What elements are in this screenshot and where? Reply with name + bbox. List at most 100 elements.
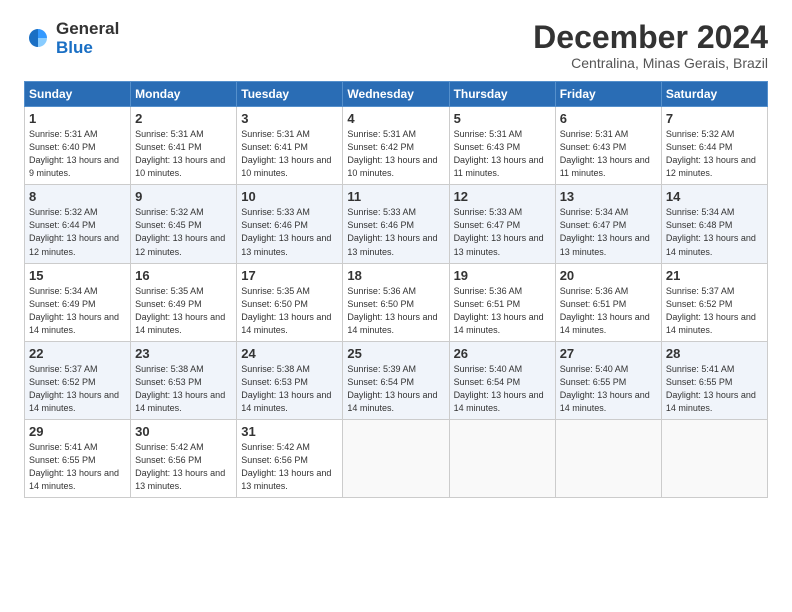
day-cell: 16 Sunrise: 5:35 AMSunset: 6:49 PMDaylig… bbox=[131, 263, 237, 341]
day-cell: 21 Sunrise: 5:37 AMSunset: 6:52 PMDaylig… bbox=[661, 263, 767, 341]
day-info: Sunrise: 5:32 AMSunset: 6:45 PMDaylight:… bbox=[135, 207, 225, 256]
day-number: 3 bbox=[241, 111, 338, 126]
header-sunday: Sunday bbox=[25, 82, 131, 107]
day-cell: 6 Sunrise: 5:31 AMSunset: 6:43 PMDayligh… bbox=[555, 107, 661, 185]
day-info: Sunrise: 5:41 AMSunset: 6:55 PMDaylight:… bbox=[666, 364, 756, 413]
header-tuesday: Tuesday bbox=[237, 82, 343, 107]
day-number: 22 bbox=[29, 346, 126, 361]
day-number: 15 bbox=[29, 268, 126, 283]
day-number: 13 bbox=[560, 189, 657, 204]
calendar-body: 1 Sunrise: 5:31 AMSunset: 6:40 PMDayligh… bbox=[25, 107, 768, 498]
day-info: Sunrise: 5:36 AMSunset: 6:51 PMDaylight:… bbox=[454, 286, 544, 335]
day-info: Sunrise: 5:35 AMSunset: 6:49 PMDaylight:… bbox=[135, 286, 225, 335]
day-number: 14 bbox=[666, 189, 763, 204]
day-number: 20 bbox=[560, 268, 657, 283]
day-cell: 22 Sunrise: 5:37 AMSunset: 6:52 PMDaylig… bbox=[25, 341, 131, 419]
day-info: Sunrise: 5:31 AMSunset: 6:40 PMDaylight:… bbox=[29, 129, 119, 178]
day-cell: 31 Sunrise: 5:42 AMSunset: 6:56 PMDaylig… bbox=[237, 419, 343, 497]
day-cell: 11 Sunrise: 5:33 AMSunset: 6:46 PMDaylig… bbox=[343, 185, 449, 263]
day-cell: 17 Sunrise: 5:35 AMSunset: 6:50 PMDaylig… bbox=[237, 263, 343, 341]
day-cell: 3 Sunrise: 5:31 AMSunset: 6:41 PMDayligh… bbox=[237, 107, 343, 185]
day-info: Sunrise: 5:31 AMSunset: 6:42 PMDaylight:… bbox=[347, 129, 437, 178]
day-cell: 24 Sunrise: 5:38 AMSunset: 6:53 PMDaylig… bbox=[237, 341, 343, 419]
month-title: December 2024 bbox=[533, 20, 768, 55]
day-cell: 9 Sunrise: 5:32 AMSunset: 6:45 PMDayligh… bbox=[131, 185, 237, 263]
day-number: 19 bbox=[454, 268, 551, 283]
day-number: 2 bbox=[135, 111, 232, 126]
day-cell bbox=[449, 419, 555, 497]
day-number: 28 bbox=[666, 346, 763, 361]
day-info: Sunrise: 5:37 AMSunset: 6:52 PMDaylight:… bbox=[666, 286, 756, 335]
day-number: 6 bbox=[560, 111, 657, 126]
day-info: Sunrise: 5:33 AMSunset: 6:46 PMDaylight:… bbox=[241, 207, 331, 256]
logo-blue-text: Blue bbox=[56, 39, 119, 58]
day-cell: 8 Sunrise: 5:32 AMSunset: 6:44 PMDayligh… bbox=[25, 185, 131, 263]
day-cell: 5 Sunrise: 5:31 AMSunset: 6:43 PMDayligh… bbox=[449, 107, 555, 185]
day-info: Sunrise: 5:31 AMSunset: 6:43 PMDaylight:… bbox=[560, 129, 650, 178]
week-row-3: 15 Sunrise: 5:34 AMSunset: 6:49 PMDaylig… bbox=[25, 263, 768, 341]
page: General Blue December 2024 Centralina, M… bbox=[0, 0, 792, 612]
header-thursday: Thursday bbox=[449, 82, 555, 107]
day-cell: 29 Sunrise: 5:41 AMSunset: 6:55 PMDaylig… bbox=[25, 419, 131, 497]
logo-general-text: General bbox=[56, 20, 119, 39]
day-info: Sunrise: 5:34 AMSunset: 6:49 PMDaylight:… bbox=[29, 286, 119, 335]
header-friday: Friday bbox=[555, 82, 661, 107]
day-number: 18 bbox=[347, 268, 444, 283]
day-cell: 26 Sunrise: 5:40 AMSunset: 6:54 PMDaylig… bbox=[449, 341, 555, 419]
week-row-4: 22 Sunrise: 5:37 AMSunset: 6:52 PMDaylig… bbox=[25, 341, 768, 419]
day-cell: 10 Sunrise: 5:33 AMSunset: 6:46 PMDaylig… bbox=[237, 185, 343, 263]
day-info: Sunrise: 5:42 AMSunset: 6:56 PMDaylight:… bbox=[135, 442, 225, 491]
week-row-5: 29 Sunrise: 5:41 AMSunset: 6:55 PMDaylig… bbox=[25, 419, 768, 497]
day-info: Sunrise: 5:40 AMSunset: 6:54 PMDaylight:… bbox=[454, 364, 544, 413]
day-number: 8 bbox=[29, 189, 126, 204]
day-number: 25 bbox=[347, 346, 444, 361]
day-number: 26 bbox=[454, 346, 551, 361]
header-row: Sunday Monday Tuesday Wednesday Thursday… bbox=[25, 82, 768, 107]
subtitle: Centralina, Minas Gerais, Brazil bbox=[533, 55, 768, 71]
day-info: Sunrise: 5:31 AMSunset: 6:41 PMDaylight:… bbox=[135, 129, 225, 178]
day-number: 4 bbox=[347, 111, 444, 126]
day-info: Sunrise: 5:38 AMSunset: 6:53 PMDaylight:… bbox=[135, 364, 225, 413]
day-info: Sunrise: 5:32 AMSunset: 6:44 PMDaylight:… bbox=[29, 207, 119, 256]
day-info: Sunrise: 5:36 AMSunset: 6:51 PMDaylight:… bbox=[560, 286, 650, 335]
day-cell bbox=[343, 419, 449, 497]
day-info: Sunrise: 5:34 AMSunset: 6:48 PMDaylight:… bbox=[666, 207, 756, 256]
day-number: 7 bbox=[666, 111, 763, 126]
day-cell: 27 Sunrise: 5:40 AMSunset: 6:55 PMDaylig… bbox=[555, 341, 661, 419]
day-cell: 30 Sunrise: 5:42 AMSunset: 6:56 PMDaylig… bbox=[131, 419, 237, 497]
header-saturday: Saturday bbox=[661, 82, 767, 107]
day-number: 5 bbox=[454, 111, 551, 126]
day-info: Sunrise: 5:42 AMSunset: 6:56 PMDaylight:… bbox=[241, 442, 331, 491]
day-number: 23 bbox=[135, 346, 232, 361]
day-info: Sunrise: 5:38 AMSunset: 6:53 PMDaylight:… bbox=[241, 364, 331, 413]
day-cell: 18 Sunrise: 5:36 AMSunset: 6:50 PMDaylig… bbox=[343, 263, 449, 341]
day-number: 31 bbox=[241, 424, 338, 439]
day-number: 16 bbox=[135, 268, 232, 283]
day-number: 9 bbox=[135, 189, 232, 204]
day-info: Sunrise: 5:35 AMSunset: 6:50 PMDaylight:… bbox=[241, 286, 331, 335]
day-cell bbox=[661, 419, 767, 497]
day-info: Sunrise: 5:40 AMSunset: 6:55 PMDaylight:… bbox=[560, 364, 650, 413]
day-number: 10 bbox=[241, 189, 338, 204]
day-number: 29 bbox=[29, 424, 126, 439]
day-cell: 7 Sunrise: 5:32 AMSunset: 6:44 PMDayligh… bbox=[661, 107, 767, 185]
calendar-table: Sunday Monday Tuesday Wednesday Thursday… bbox=[24, 81, 768, 498]
day-info: Sunrise: 5:34 AMSunset: 6:47 PMDaylight:… bbox=[560, 207, 650, 256]
logo: General Blue bbox=[24, 20, 119, 57]
day-cell bbox=[555, 419, 661, 497]
header: General Blue December 2024 Centralina, M… bbox=[24, 20, 768, 71]
header-wednesday: Wednesday bbox=[343, 82, 449, 107]
day-cell: 12 Sunrise: 5:33 AMSunset: 6:47 PMDaylig… bbox=[449, 185, 555, 263]
day-info: Sunrise: 5:41 AMSunset: 6:55 PMDaylight:… bbox=[29, 442, 119, 491]
week-row-1: 1 Sunrise: 5:31 AMSunset: 6:40 PMDayligh… bbox=[25, 107, 768, 185]
day-number: 24 bbox=[241, 346, 338, 361]
day-info: Sunrise: 5:33 AMSunset: 6:47 PMDaylight:… bbox=[454, 207, 544, 256]
calendar-header: Sunday Monday Tuesday Wednesday Thursday… bbox=[25, 82, 768, 107]
day-cell: 20 Sunrise: 5:36 AMSunset: 6:51 PMDaylig… bbox=[555, 263, 661, 341]
day-number: 27 bbox=[560, 346, 657, 361]
day-number: 12 bbox=[454, 189, 551, 204]
day-info: Sunrise: 5:39 AMSunset: 6:54 PMDaylight:… bbox=[347, 364, 437, 413]
day-info: Sunrise: 5:37 AMSunset: 6:52 PMDaylight:… bbox=[29, 364, 119, 413]
day-cell: 25 Sunrise: 5:39 AMSunset: 6:54 PMDaylig… bbox=[343, 341, 449, 419]
day-cell: 28 Sunrise: 5:41 AMSunset: 6:55 PMDaylig… bbox=[661, 341, 767, 419]
